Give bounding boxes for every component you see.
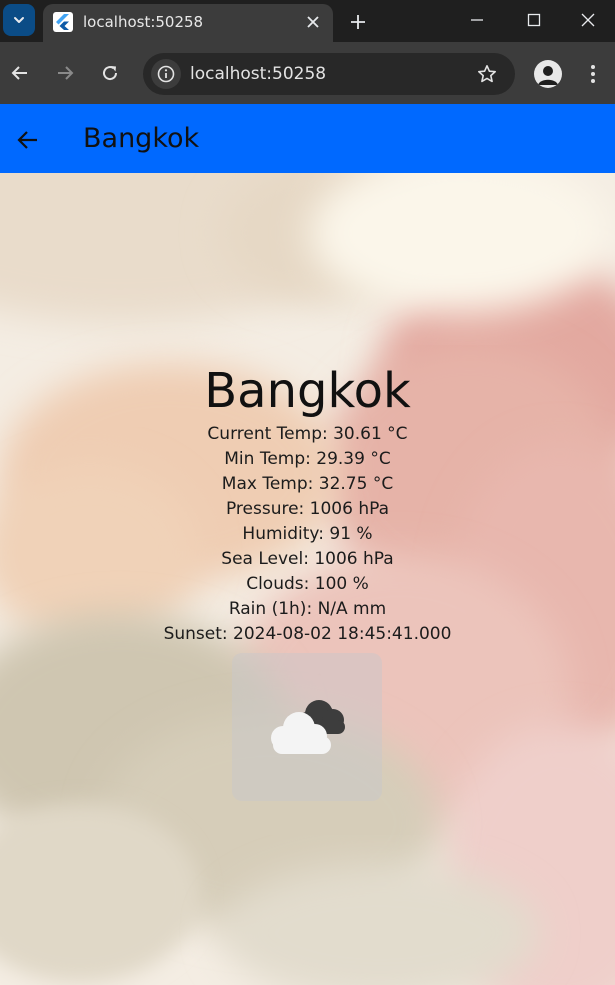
pressure: Pressure: 1006 hPa bbox=[225, 499, 390, 519]
close-icon[interactable] bbox=[301, 10, 325, 34]
tab-title: localhost:50258 bbox=[83, 13, 204, 31]
reload-button[interactable] bbox=[95, 58, 125, 88]
clouds: Clouds: 100 % bbox=[246, 574, 369, 594]
min-temp: Min Temp: 29.39 °C bbox=[224, 449, 391, 469]
bookmark-button[interactable] bbox=[475, 62, 499, 86]
arrow-left-icon bbox=[11, 66, 27, 80]
browser-tab[interactable]: localhost:50258 bbox=[43, 4, 333, 44]
max-temp: Max Temp: 32.75 °C bbox=[221, 474, 394, 494]
weather-panel: Bangkok Current Temp: 30.61 °C Min Temp:… bbox=[0, 360, 615, 647]
back-button[interactable] bbox=[12, 124, 44, 156]
back-nav-button[interactable] bbox=[5, 58, 35, 88]
new-tab-button[interactable] bbox=[344, 8, 372, 36]
tab-search-button[interactable] bbox=[3, 4, 35, 36]
info-icon bbox=[157, 65, 175, 83]
app-bar: Bangkok bbox=[0, 104, 615, 173]
current-temp: Current Temp: 30.61 °C bbox=[207, 424, 408, 444]
maximize-icon bbox=[527, 13, 541, 27]
arrow-right-icon bbox=[58, 66, 74, 80]
humidity: Humidity: 91 % bbox=[242, 524, 373, 544]
rain-1h: Rain (1h): N/A mm bbox=[228, 599, 387, 619]
star-icon bbox=[478, 65, 496, 83]
minimize-icon bbox=[471, 19, 483, 21]
plus-icon bbox=[351, 15, 365, 29]
city-name: Bangkok bbox=[204, 363, 411, 419]
sea-level: Sea Level: 1006 hPa bbox=[221, 549, 394, 569]
window-close-button[interactable] bbox=[568, 6, 608, 34]
page-title: Bangkok bbox=[83, 123, 200, 154]
window-close-icon bbox=[581, 13, 595, 27]
kebab-icon bbox=[591, 65, 595, 83]
weather-content: Bangkok Current Temp: 30.61 °C Min Temp:… bbox=[0, 173, 615, 985]
minimize-button[interactable] bbox=[457, 6, 497, 34]
maximize-button[interactable] bbox=[514, 6, 554, 34]
site-info-button[interactable] bbox=[151, 59, 181, 89]
address-bar[interactable]: localhost:50258 bbox=[143, 53, 515, 95]
reload-icon bbox=[103, 66, 118, 81]
browser-tabstrip: localhost:50258 bbox=[0, 0, 615, 44]
browser-toolbar: localhost:50258 bbox=[0, 42, 615, 104]
arrow-left-icon bbox=[17, 131, 37, 149]
person-icon bbox=[538, 66, 558, 85]
chevron-down-icon bbox=[14, 17, 24, 23]
browser-menu-button[interactable] bbox=[580, 60, 606, 88]
profile-button[interactable] bbox=[534, 60, 562, 88]
overcast-clouds-icon bbox=[271, 700, 345, 754]
weather-icon-card bbox=[232, 653, 382, 801]
sunset: Sunset: 2024-08-02 18:45:41.000 bbox=[163, 624, 452, 644]
flutter-icon bbox=[53, 12, 73, 32]
forward-nav-button[interactable] bbox=[50, 58, 80, 88]
url-text: localhost:50258 bbox=[190, 64, 327, 84]
